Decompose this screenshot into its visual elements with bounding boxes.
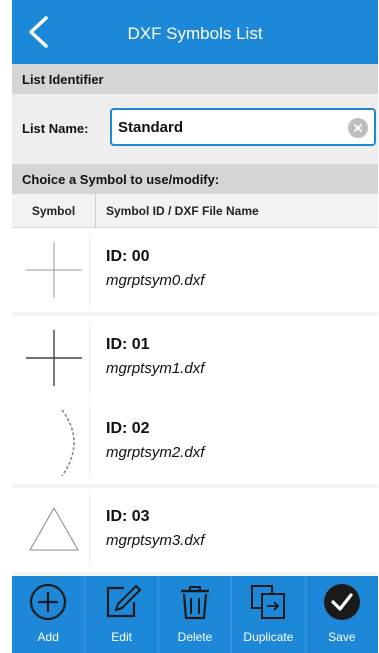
add-label: Add	[37, 630, 59, 644]
symbol-thumbnail	[18, 494, 90, 566]
symbol-thumbnail	[18, 322, 90, 394]
symbol-thumbnail	[18, 234, 90, 306]
edit-label: Edit	[111, 630, 132, 644]
duplicate-icon	[251, 585, 286, 619]
symbol-id: ID: 01	[106, 336, 150, 353]
bottom-toolbar: Add Edit Delete Duplicate Save	[12, 576, 378, 653]
checkmark-circle-icon	[323, 584, 360, 620]
list-item[interactable]: ID: 02 mgrptsym2.dxf	[12, 400, 378, 484]
symbol-id: ID: 02	[106, 420, 150, 437]
list-item[interactable]: ID: 01 mgrptsym1.dxf	[12, 316, 378, 400]
chevron-left-icon	[29, 16, 48, 48]
duplicate-button[interactable]: Duplicate	[232, 576, 306, 653]
column-header-id: Symbol ID / DXF File Name	[106, 204, 259, 218]
symbol-id: ID: 00	[106, 248, 150, 265]
cross-icon	[26, 330, 82, 386]
symbols-section-header: Choice a Symbol to use/modify:	[12, 164, 378, 194]
back-button[interactable]	[18, 10, 58, 54]
add-circle-icon	[30, 583, 67, 621]
triangle-icon	[29, 506, 79, 551]
table-header: Symbol Symbol ID / DXF File Name	[12, 194, 378, 228]
symbol-file-name: mgrptsym3.dxf	[106, 532, 205, 549]
symbol-id: ID: 03	[106, 508, 150, 525]
arc-icon	[61, 409, 75, 477]
delete-button[interactable]: Delete	[159, 576, 233, 653]
duplicate-label: Duplicate	[243, 630, 294, 644]
list-name-field	[110, 108, 376, 146]
list-name-row: List Name:	[12, 94, 378, 164]
list-item[interactable]: ID: 00 mgrptsym0.dxf	[12, 228, 378, 312]
edit-button[interactable]: Edit	[85, 576, 159, 653]
page-title: DXF Symbols List	[127, 24, 263, 43]
app-bar: DXF Symbols List	[12, 0, 378, 64]
delete-label: Delete	[177, 630, 213, 644]
trash-icon	[181, 586, 210, 620]
symbol-file-name: mgrptsym1.dxf	[106, 360, 205, 377]
list-item[interactable]: ID: 03 mgrptsym3.dxf	[12, 488, 378, 572]
clear-button[interactable]	[348, 118, 368, 138]
edit-icon	[106, 584, 142, 618]
save-label: Save	[328, 630, 356, 644]
list-name-input[interactable]	[118, 112, 338, 142]
symbol-thumbnail	[18, 406, 90, 478]
list-identifier-header: List Identifier	[12, 64, 378, 94]
add-button[interactable]: Add	[12, 576, 86, 653]
symbol-file-name: mgrptsym2.dxf	[106, 444, 205, 461]
thin-cross-icon	[26, 242, 82, 298]
clear-circle-icon	[353, 123, 363, 133]
save-button[interactable]: Save	[306, 576, 378, 653]
column-header-symbol: Symbol	[12, 194, 96, 228]
list-name-label: List Name:	[22, 121, 89, 136]
symbol-file-name: mgrptsym0.dxf	[106, 272, 205, 289]
symbols-list[interactable]: ID: 00 mgrptsym0.dxf ID: 01 mgrptsym1.dx…	[12, 228, 378, 576]
